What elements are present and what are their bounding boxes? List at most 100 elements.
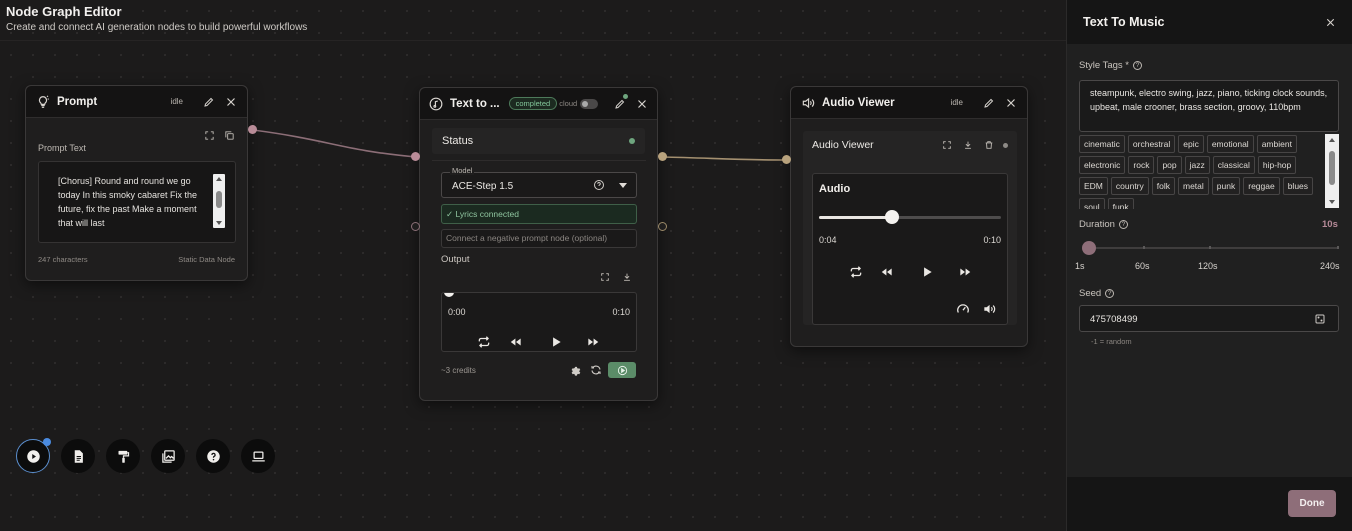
audio-viewer-node[interactable]: Audio Viewer idle Audio Viewer Audio 0:0… [790,86,1028,347]
tag-chip[interactable]: hip-hop [1257,156,1297,174]
tag-chip[interactable]: reggae [1243,177,1280,195]
trash-icon[interactable] [984,140,994,150]
expand-icon[interactable] [942,140,952,150]
play-icon[interactable] [920,265,934,279]
tag-chip[interactable]: cinematic [1079,135,1125,153]
seed-input[interactable]: 475708499 [1079,305,1339,332]
speedometer-icon[interactable] [956,302,970,316]
run-button[interactable] [608,362,636,378]
download-icon[interactable] [622,272,632,282]
time-current: 0:00 [448,307,466,317]
refresh-icon[interactable] [590,364,602,376]
toolbar-display-button[interactable] [241,439,275,473]
fast-forward-icon[interactable] [958,265,972,279]
repeat-icon[interactable] [849,265,863,279]
fast-forward-icon[interactable] [586,335,600,349]
tag-chip[interactable]: epic [1178,135,1204,153]
prompt-node-header[interactable]: Prompt idle [26,86,247,118]
volume-icon[interactable] [982,302,996,316]
close-icon[interactable] [224,95,237,108]
play-icon[interactable] [549,335,563,349]
toolbar-document-button[interactable] [61,439,95,473]
help-icon[interactable] [593,179,605,191]
done-button[interactable]: Done [1288,490,1336,517]
tags-scrollbar[interactable] [1325,134,1339,208]
toolbar-paint-button[interactable] [106,439,140,473]
tag-chip[interactable]: folk [1151,177,1175,195]
tag-chip[interactable]: EDM [1079,177,1108,195]
graph-canvas[interactable]: Node Graph Editor Create and connect AI … [0,0,1066,531]
audio-progress-fill [819,216,892,219]
tag-chip[interactable]: pop [1157,156,1182,174]
copy-icon[interactable] [224,130,235,141]
tag-chip[interactable]: metal [1178,177,1209,195]
prompt-text: [Chorus] Round and round we go today In … [58,176,198,228]
close-icon[interactable] [635,97,648,110]
gear-icon[interactable] [569,364,581,376]
tag-chip[interactable]: country [1110,177,1149,195]
tag-chip[interactable]: electronic [1079,156,1126,174]
text-to-music-node[interactable]: Text to ... completed cloud Status Model… [419,87,658,401]
style-tags-input[interactable]: steampunk, electro swing, jazz, piano, t… [1079,80,1339,132]
tag-chip[interactable]: jazz [1184,156,1210,174]
tag-chip[interactable]: soul [1079,198,1105,209]
audio-player[interactable]: Audio 0:04 0:10 [812,173,1008,325]
image-gallery-icon [161,449,176,464]
model-select[interactable]: Model ACE-Step 1.5 [441,166,637,198]
expand-icon[interactable] [204,130,215,141]
tag-chip[interactable]: orchestral [1127,135,1176,153]
audio-input-port[interactable] [782,155,791,164]
output-audio-player[interactable]: 0:00 0:10 [441,292,637,352]
negative-prompt-slot[interactable]: Connect a negative prompt node (optional… [441,229,637,248]
prompt-scrollbar[interactable] [213,174,225,228]
expand-icon[interactable] [600,272,610,282]
cloud-toggle[interactable] [580,98,599,109]
edit-indicator-dot [623,94,628,99]
prompt-text-label: Prompt Text [38,143,86,153]
pencil-icon[interactable] [982,96,995,109]
prompt-textarea[interactable]: [Chorus] Round and round we go today In … [38,161,236,243]
style-tags-label: Style Tags *? [1079,60,1142,71]
toolbar-help-button[interactable] [196,439,230,473]
toolbar-gallery-button[interactable] [151,439,185,473]
audio-node-header[interactable]: Audio Viewer idle [791,87,1027,119]
download-icon[interactable] [963,140,973,150]
tag-chip[interactable]: rock [1128,156,1155,174]
tag-chip[interactable]: blues [1282,177,1314,195]
tag-chip[interactable]: emotional [1206,135,1254,153]
close-icon[interactable] [1325,17,1336,28]
pencil-icon[interactable] [202,95,215,108]
speaker-icon [801,96,815,110]
tag-chip[interactable]: classical [1212,156,1255,174]
ttm-prompt-input-port[interactable] [411,152,420,161]
dice-icon[interactable] [1314,313,1326,325]
duration-slider-knob[interactable] [1082,241,1096,255]
properties-panel: Text To Music Style Tags *? steampunk, e… [1066,0,1352,531]
duration-slider-track[interactable] [1083,246,1339,249]
duration-tick-max: 240s [1320,261,1340,271]
progress-knob[interactable] [444,293,454,297]
prompt-node[interactable]: Prompt idle Prompt Text [Chorus] Round a… [25,85,248,281]
rewind-icon[interactable] [509,335,523,349]
ttm-secondary-output-port[interactable] [658,222,667,231]
tag-chip[interactable]: ambient [1256,135,1297,153]
close-icon[interactable] [1004,96,1017,109]
model-value: ACE-Step 1.5 [452,181,514,192]
pencil-icon[interactable] [613,94,628,110]
repeat-icon[interactable] [477,335,491,349]
help-icon[interactable]: ? [1105,289,1115,298]
seed-hint: -1 = random [1091,337,1132,346]
help-icon[interactable]: ? [1118,220,1128,229]
tag-chip[interactable]: funk [1107,198,1134,209]
rewind-icon[interactable] [880,265,894,279]
ttm-negative-input-port[interactable] [411,222,420,231]
ttm-node-header[interactable]: Text to ... completed cloud [420,88,657,120]
help-icon[interactable]: ? [1133,61,1142,70]
ttm-audio-output-port[interactable] [658,152,667,161]
progress-knob[interactable] [884,210,899,224]
tag-chip[interactable]: punk [1211,177,1241,195]
prompt-output-port[interactable] [248,125,257,134]
duration-label: Duration? [1079,219,1128,230]
audio-progress-track[interactable] [819,210,1001,224]
chevron-down-icon[interactable] [619,183,627,188]
